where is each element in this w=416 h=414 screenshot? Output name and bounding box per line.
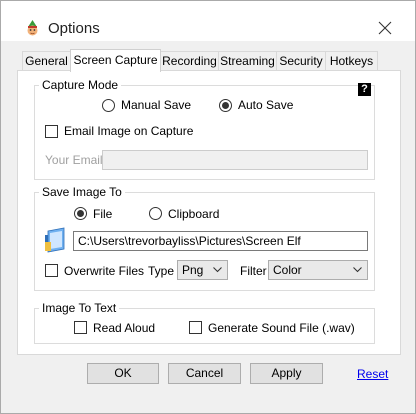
image-to-text-title: Image To Text [39,301,120,315]
overwrite-files-checkbox[interactable] [45,264,58,277]
auto-save-radio[interactable] [219,99,232,112]
help-icon[interactable]: ? [358,83,371,96]
save-image-to-title: Save Image To [39,185,125,199]
title-bar: Options [1,1,415,39]
your-email-field[interactable] [102,150,368,170]
your-email-label: Your Email [45,153,103,167]
apply-button[interactable]: Apply [250,363,323,384]
tab-screen-capture[interactable]: Screen Capture [70,49,161,72]
generate-sound-file-checkbox[interactable] [189,321,202,334]
tab-security[interactable]: Security [276,51,326,71]
filter-select[interactable]: Color [268,260,368,280]
elf-icon [27,20,38,36]
read-aloud-label[interactable]: Read Aloud [93,321,155,335]
capture-mode-title: Capture Mode [39,78,122,92]
tab-general[interactable]: General [22,51,71,71]
clipboard-label[interactable]: Clipboard [168,207,219,221]
manual-save-label[interactable]: Manual Save [121,98,191,112]
window-title: Options [48,20,100,37]
tab-recording[interactable]: Recording [160,51,219,71]
file-radio[interactable] [74,207,87,220]
save-path-field[interactable]: C:\Users\trevorbayliss\Pictures\Screen E… [73,231,368,251]
type-select[interactable]: Png [177,260,228,280]
chevron-down-icon [213,267,222,273]
folder-icon[interactable] [44,227,66,253]
type-select-value: Png [182,263,204,277]
clipboard-radio[interactable] [149,207,162,220]
manual-save-radio[interactable] [102,99,115,112]
generate-sound-file-label[interactable]: Generate Sound File (.wav) [208,321,355,335]
email-image-label[interactable]: Email Image on Capture [64,124,193,138]
type-label: Type [148,264,175,278]
reset-link[interactable]: Reset [357,367,388,381]
file-label[interactable]: File [93,207,112,221]
overwrite-files-label[interactable]: Overwrite Files [64,264,144,278]
filter-label: Filter [240,264,267,278]
close-icon[interactable] [377,20,393,36]
options-window: Options General Screen Capture Recording… [0,0,416,414]
ok-button[interactable]: OK [87,363,159,384]
read-aloud-checkbox[interactable] [74,321,87,334]
auto-save-label[interactable]: Auto Save [238,98,293,112]
chevron-down-icon [353,267,362,273]
cancel-button[interactable]: Cancel [168,363,241,384]
tab-streaming[interactable]: Streaming [218,51,277,71]
filter-select-value: Color [273,263,302,277]
email-image-checkbox[interactable] [45,125,58,138]
tab-hotkeys[interactable]: Hotkeys [325,51,378,71]
